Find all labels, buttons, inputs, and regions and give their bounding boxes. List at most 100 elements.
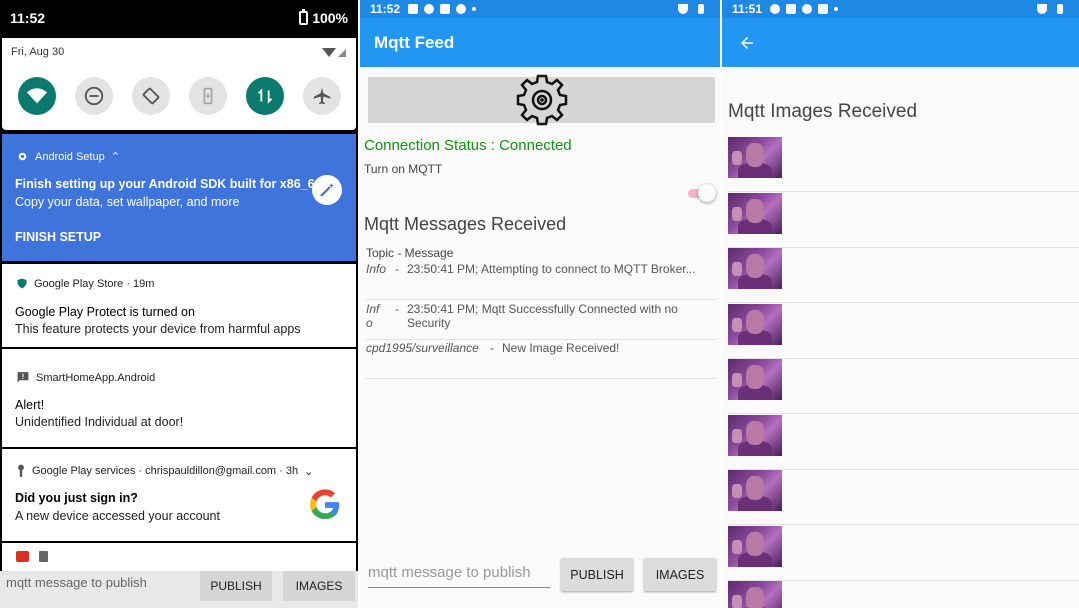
notif-title: Finish setting up your Android SDK built… bbox=[15, 177, 322, 191]
airplane-tile[interactable] bbox=[303, 77, 341, 115]
message-separator: - bbox=[395, 262, 399, 276]
publish-bar: mqtt message to publish PUBLISH IMAGES bbox=[360, 556, 720, 596]
alert-message-icon bbox=[17, 372, 29, 383]
key-icon bbox=[18, 464, 24, 477]
more-dot-icon bbox=[472, 7, 477, 11]
publish-button[interactable]: PUBLISH bbox=[561, 558, 633, 591]
notif-app-name: Android Setup bbox=[35, 150, 105, 163]
battery-percent: 100% bbox=[312, 10, 348, 26]
wifi-signal-icon bbox=[1037, 4, 1047, 14]
image-list-item[interactable] bbox=[728, 470, 1079, 525]
do-not-disturb-icon bbox=[84, 86, 104, 106]
mobile-data-tile[interactable] bbox=[246, 77, 284, 115]
notif-app-name: Google Play Store · 19m bbox=[34, 277, 155, 290]
message-topic: Info bbox=[366, 262, 387, 276]
image-list-item[interactable] bbox=[728, 137, 1079, 192]
page-title: Mqtt Feed bbox=[374, 32, 455, 52]
surveillance-image-thumbnail bbox=[728, 303, 782, 345]
image-list-item[interactable] bbox=[728, 525, 1079, 581]
message-row: Info - 23:50:41 PM; Attempting to connec… bbox=[366, 262, 716, 300]
message-row: Inf o - 23:50:41 PM; Mqtt Successfully C… bbox=[366, 302, 716, 340]
image-list-item[interactable] bbox=[728, 359, 1079, 414]
message-separator: - bbox=[395, 302, 399, 316]
back-arrow-icon[interactable] bbox=[738, 34, 756, 52]
mqtt-feed-screen: 11:52 Mqtt Feed Connection Status: Conn… bbox=[360, 0, 720, 608]
wifi-icon bbox=[26, 88, 48, 104]
wifi-signal-icon bbox=[678, 4, 688, 14]
settings-icon bbox=[424, 4, 435, 14]
battery-icon bbox=[698, 4, 704, 14]
images-button[interactable]: IMAGES bbox=[644, 558, 716, 591]
message-text: 23:50:41 PM; Attempting to connect to MQ… bbox=[407, 262, 696, 276]
message-separator: - bbox=[490, 341, 494, 355]
key-icon bbox=[802, 4, 813, 14]
status-time: 11:51 bbox=[732, 2, 763, 16]
surveillance-image-thumbnail bbox=[728, 192, 782, 234]
notif-title: Google Play Protect is turned on bbox=[15, 305, 195, 319]
behind-input-placeholder: mqtt message to publish bbox=[6, 575, 147, 590]
gmail-icon bbox=[16, 551, 29, 562]
image-list-item[interactable] bbox=[728, 414, 1079, 470]
images-heading: Mqtt Images Received bbox=[728, 101, 918, 122]
app-bar: Mqtt Feed bbox=[360, 18, 720, 67]
behind-images-button: IMAGES bbox=[283, 571, 355, 601]
connection-status: Connection Status : Connected bbox=[364, 137, 572, 154]
quick-settings: Fri, Aug 30 bbox=[2, 38, 356, 152]
notif-body: Unidentified Individual at door! bbox=[15, 415, 184, 429]
message-text: 23:50:41 PM; Mqtt Successfully Connected… bbox=[407, 302, 678, 330]
status-time: 11:52 bbox=[10, 10, 46, 26]
status-bar: 11:51 bbox=[722, 0, 1079, 18]
notification-overflow-icons[interactable] bbox=[2, 543, 356, 571]
notification-play-store[interactable]: Google Play Store · 19m Google Play Prot… bbox=[2, 264, 356, 347]
shield-icon bbox=[440, 4, 451, 14]
dnd-tile[interactable] bbox=[75, 77, 113, 115]
settings-icon bbox=[18, 152, 27, 161]
sd-card-icon bbox=[39, 551, 48, 562]
chevron-down-icon: ⌄ bbox=[304, 465, 314, 478]
key-icon bbox=[456, 4, 467, 14]
gear-icon bbox=[516, 74, 568, 126]
notif-title: Did you just sign in? bbox=[15, 491, 138, 505]
mqtt-toggle-switch[interactable] bbox=[688, 184, 716, 202]
screen-root: 11:52 100% Fri, Aug 30 Android Setup ⌃ F… bbox=[0, 0, 1079, 608]
notif-app-name: SmartHomeApp.Android bbox=[36, 371, 156, 384]
image-list-item[interactable] bbox=[728, 192, 1079, 248]
battery-icon bbox=[299, 9, 309, 25]
status-bar: 11:52 100% bbox=[0, 0, 358, 36]
data-arrows-icon bbox=[257, 88, 273, 104]
notif-body: A new device accessed your account bbox=[15, 509, 220, 523]
chevron-up-icon: ⌃ bbox=[110, 151, 120, 163]
images-screen: 11:51 Mqtt Images Received bbox=[722, 0, 1079, 608]
shield-icon bbox=[17, 278, 27, 289]
image-list-item[interactable] bbox=[728, 303, 1079, 359]
finish-setup-button[interactable]: FINISH SETUP bbox=[15, 230, 101, 244]
surveillance-image-thumbnail bbox=[728, 525, 782, 567]
notif-body: Copy your data, set wallpaper, and more bbox=[15, 195, 240, 209]
notification-shade: 11:52 100% Fri, Aug 30 Android Setup ⌃ F… bbox=[0, 0, 358, 608]
behind-publish-button: PUBLISH bbox=[200, 571, 272, 601]
message-row: cpd1995/surveillance - New Image Receive… bbox=[366, 341, 716, 379]
messages-heading: Mqtt Messages Received bbox=[364, 214, 567, 234]
rotate-icon bbox=[142, 87, 160, 105]
shield-icon bbox=[786, 4, 797, 14]
battery-saver-tile[interactable] bbox=[189, 77, 227, 115]
publish-message-input[interactable]: mqtt message to publish bbox=[368, 562, 550, 588]
image-list-item[interactable] bbox=[728, 581, 1079, 608]
notif-title: Alert! bbox=[15, 398, 45, 412]
notif-body: This feature protects your device from h… bbox=[15, 322, 301, 336]
surveillance-image-thumbnail bbox=[728, 248, 782, 289]
surveillance-image-thumbnail bbox=[728, 581, 782, 608]
magic-wand-icon bbox=[312, 175, 342, 205]
notification-play-services[interactable]: Google Play services · chrispauldillon@g… bbox=[2, 449, 356, 541]
underlying-app-bar: mqtt message to publish PUBLISH IMAGES bbox=[0, 571, 358, 608]
message-topic: Inf o bbox=[366, 302, 380, 330]
google-logo-icon bbox=[310, 489, 340, 520]
wifi-tile[interactable] bbox=[18, 77, 56, 115]
image-icon bbox=[818, 4, 829, 14]
more-dot-icon bbox=[834, 7, 839, 11]
image-list-item[interactable] bbox=[728, 248, 1079, 303]
notification-android-setup[interactable]: Android Setup ⌃ Finish setting up your A… bbox=[2, 134, 356, 261]
auto-rotate-tile[interactable] bbox=[132, 77, 170, 115]
notification-smarthome[interactable]: SmartHomeApp.Android Alert! Unidentified… bbox=[2, 349, 356, 447]
message-topic: cpd1995/surveillance bbox=[366, 341, 479, 355]
